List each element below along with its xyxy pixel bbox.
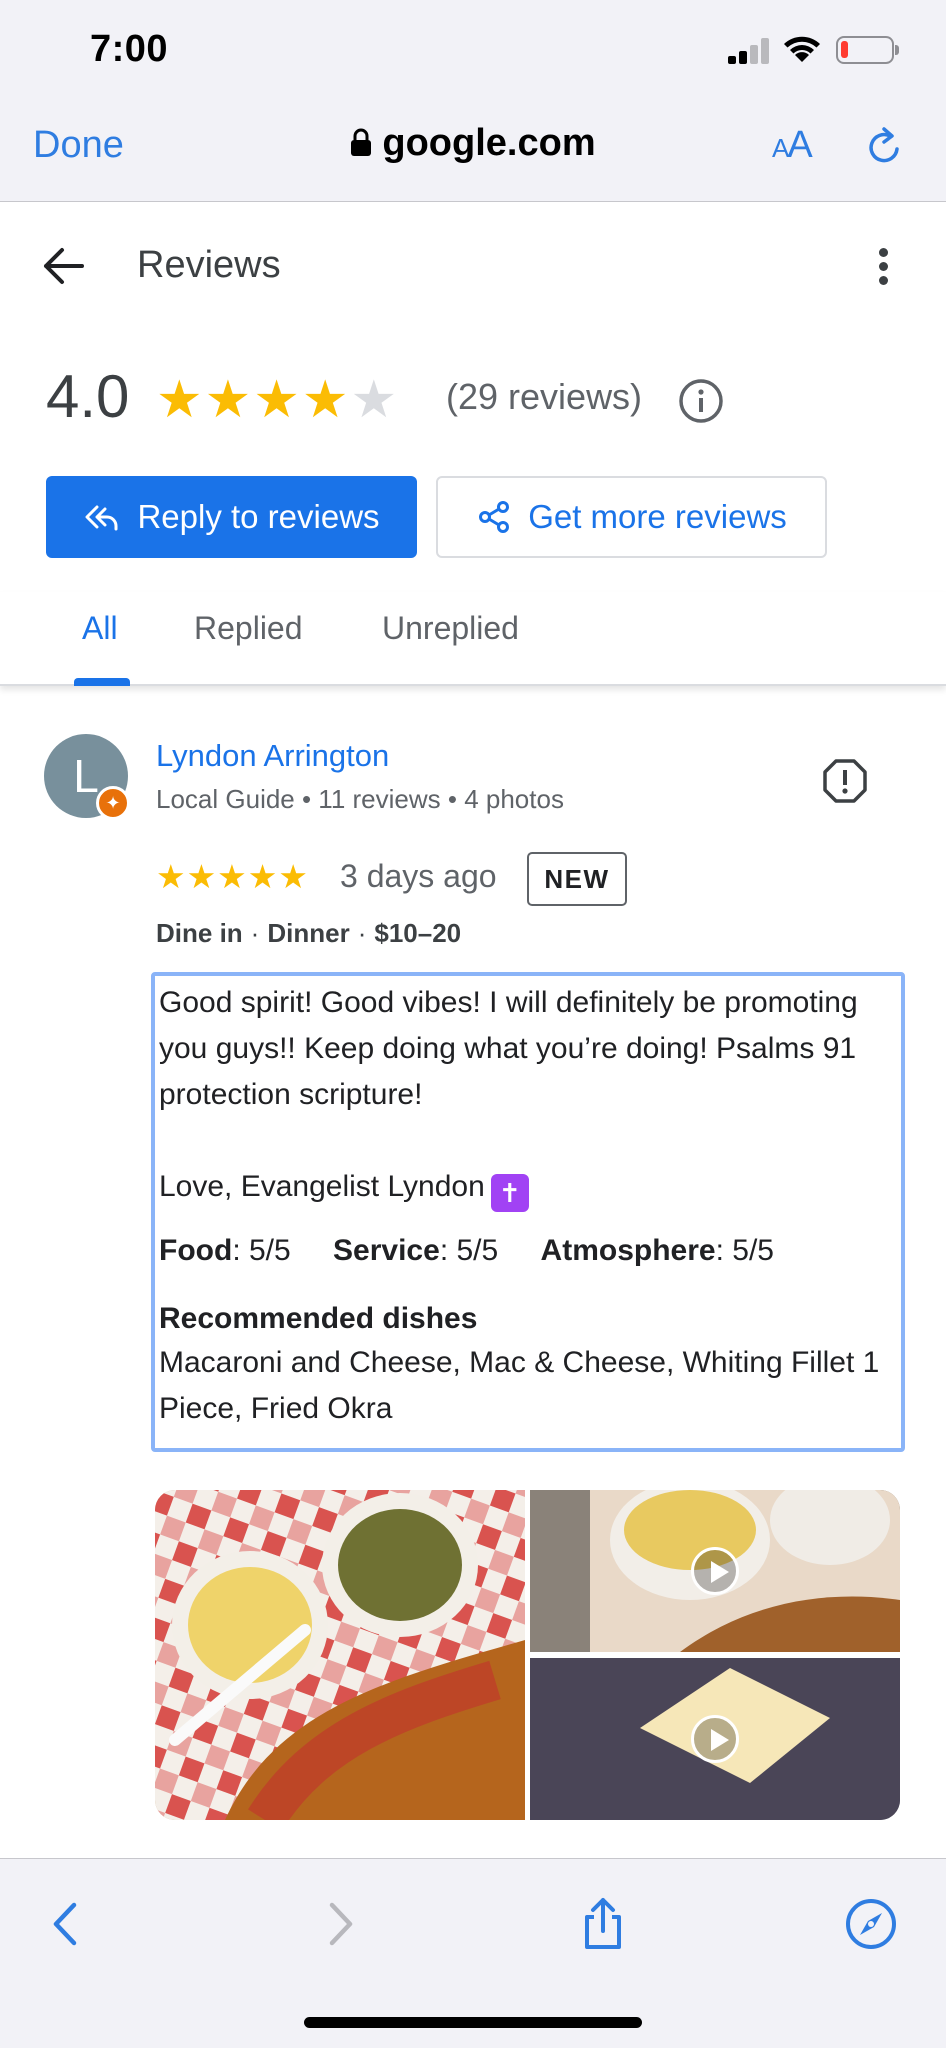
report-icon[interactable] [822, 758, 868, 804]
share-icon [479, 501, 510, 533]
review-text: Good spirit! Good vibes! I will definite… [159, 980, 897, 1212]
star-filled-icon: ★ [204, 371, 254, 429]
cell-signal-icon [728, 38, 769, 64]
review-body[interactable]: Good spirit! Good vibes! I will definite… [151, 972, 905, 1452]
recommended-dishes-list: Macaroni and Cheese, Mac & Cheese, Whiti… [159, 1346, 880, 1425]
back-arrow-icon[interactable] [42, 246, 84, 286]
wifi-icon [784, 36, 820, 62]
page-title: Reviews [137, 244, 281, 286]
reply-to-reviews-label: Reply to reviews [137, 498, 380, 535]
visit-price: $10–20 [374, 918, 462, 948]
review-photo[interactable] [155, 1490, 525, 1820]
tab-all[interactable]: All [82, 610, 118, 647]
text-size-large-a: A [787, 124, 812, 166]
review-stars: ★★★★★ [156, 858, 309, 895]
recommended-dishes-title: Recommended dishes [159, 1302, 478, 1335]
play-icon[interactable] [691, 1715, 739, 1763]
reload-icon[interactable] [864, 126, 906, 168]
star-filled-icon: ★ [301, 371, 351, 429]
aspect-ratings: Food: 5/5 Service: 5/5 Atmosphere: 5/5 [159, 1234, 897, 1268]
info-icon[interactable] [678, 378, 724, 424]
tab-replied[interactable]: Replied [194, 610, 303, 647]
get-more-reviews-label: Get more reviews [528, 498, 787, 535]
star-empty-icon: ★ [350, 371, 400, 429]
visit-type: Dine in [156, 918, 243, 948]
reviewer-meta: Local Guide • 11 reviews • 4 photos [156, 784, 564, 814]
reply-all-icon [85, 505, 118, 531]
visit-meal: Dinner [267, 918, 350, 948]
review-video-2[interactable] [530, 1658, 900, 1820]
food-plate-image [155, 1490, 525, 1820]
browser-url-bar: Done google.com AA [0, 100, 946, 202]
lock-icon [351, 128, 372, 156]
visit-info: Dine in · Dinner · $10–20 [156, 918, 462, 948]
reply-to-reviews-button[interactable]: Reply to reviews [46, 476, 417, 558]
active-tab-indicator [74, 678, 130, 686]
review-count: (29 reviews) [446, 376, 643, 417]
review-text-content: Good spirit! Good vibes! I will definite… [159, 986, 858, 1203]
share-icon[interactable] [576, 1897, 630, 1951]
text-size-button[interactable]: AA [772, 124, 813, 167]
service-rating: Service: 5/5 [333, 1234, 499, 1267]
forward-icon[interactable] [312, 1897, 366, 1951]
tab-unreplied[interactable]: Unreplied [382, 610, 519, 647]
status-bar: 7:00 [0, 0, 946, 100]
review-time: 3 days ago [340, 858, 497, 894]
reviewer-name[interactable]: Lyndon Arrington [156, 738, 389, 774]
local-guide-badge-icon: ✦ [96, 786, 130, 820]
rating-summary: 4.0 ★★★★★ (29 reviews) [0, 360, 946, 440]
review-video-1[interactable] [530, 1490, 900, 1652]
atmosphere-rating: Atmosphere: 5/5 [540, 1234, 774, 1267]
star-filled-icon: ★ [253, 371, 302, 429]
back-icon[interactable] [40, 1897, 94, 1951]
status-time: 7:00 [90, 28, 169, 70]
home-indicator[interactable] [304, 2017, 642, 2028]
compass-icon[interactable] [844, 1897, 898, 1951]
text-size-small-a: A [772, 133, 789, 163]
get-more-reviews-button[interactable]: Get more reviews [436, 476, 827, 558]
star-filled-icon: ★ [156, 371, 205, 429]
play-icon[interactable] [691, 1547, 739, 1595]
battery-icon [836, 36, 899, 64]
latin-cross-icon: ✝ [490, 1174, 529, 1212]
food-rating: Food: 5/5 [159, 1234, 291, 1267]
more-vert-icon[interactable] [868, 244, 898, 288]
review-filter-tabs: All Replied Unreplied [0, 592, 946, 686]
new-badge: NEW [527, 852, 627, 906]
rating-stars: ★★★★★ [156, 374, 399, 426]
reviews-header: Reviews [0, 202, 946, 330]
browser-toolbar [0, 1858, 946, 2048]
url-text: google.com [382, 122, 596, 164]
average-rating: 4.0 [46, 363, 130, 430]
